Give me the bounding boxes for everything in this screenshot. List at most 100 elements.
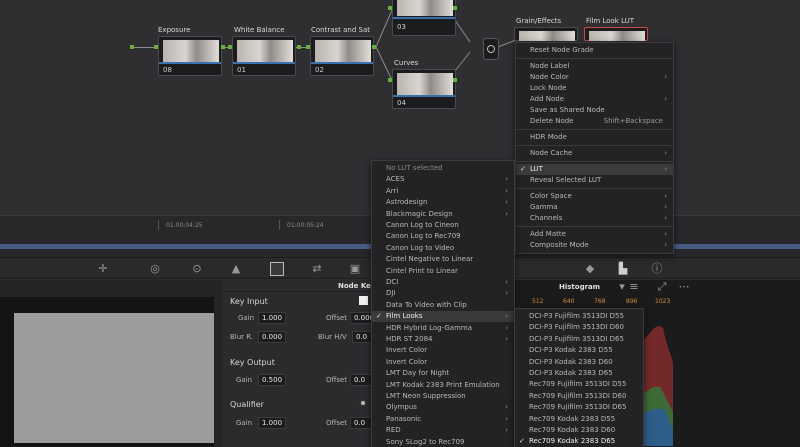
lut-item-canon-log-to-cineon[interactable]: Canon Log to Cineon <box>372 220 514 231</box>
tracker-icon[interactable]: ⊙ <box>190 262 204 276</box>
node-contrast-sat[interactable]: 02 <box>310 36 374 76</box>
scope-icon[interactable]: ◆ <box>583 262 597 276</box>
histogram-expand-icon[interactable]: ⤢ <box>655 280 669 294</box>
input-port[interactable] <box>130 45 134 49</box>
lut-item-film-looks[interactable]: ✓ Film Looks › <box>372 311 514 323</box>
lut-item-arri[interactable]: Arri › <box>372 186 514 197</box>
menu-item-reset-node-grade[interactable]: Reset Node Grade <box>516 45 673 56</box>
lut-item-invert-color[interactable]: Invert Color <box>372 345 514 356</box>
gain-field[interactable]: 1.000 <box>258 312 286 324</box>
menu-item-node-color[interactable]: Node Color › <box>516 72 673 83</box>
more-icon[interactable]: ⋯ <box>677 280 691 294</box>
menu-item-delete-node[interactable]: Delete Node Shift+Backspace <box>516 116 673 127</box>
blur-hv-field[interactable]: 0.0 <box>352 331 372 343</box>
key-input-toggle[interactable] <box>359 296 368 305</box>
menu-item-add-matte[interactable]: Add Matte › <box>516 229 673 240</box>
menu-item-reveal-lut[interactable]: Reveal Selected LUT <box>516 175 673 186</box>
histogram-icon[interactable]: ▙ <box>616 262 630 276</box>
film-look-item-dci-p3-fujifilm-3513di-d60[interactable]: DCI-P3 Fujifilm 3513DI D60 <box>515 322 643 333</box>
lut-item-panasonic[interactable]: Panasonic › <box>372 414 514 425</box>
blur-r-field[interactable]: 0.000 <box>258 331 286 343</box>
lut-item-hdr-st-2084[interactable]: HDR ST 2084 › <box>372 334 514 345</box>
node-title-contrast-sat: Contrast and Sat <box>311 26 371 34</box>
node-input-port[interactable] <box>388 6 392 10</box>
film-look-item-dci-p3-kodak-2383-d55[interactable]: DCI-P3 Kodak 2383 D55 <box>515 345 643 356</box>
offset-field[interactable]: 0.000 <box>350 312 374 324</box>
menu-item-hdr-mode[interactable]: HDR Mode <box>516 132 673 143</box>
lut-item-no-lut-selected[interactable]: No LUT selected <box>372 163 514 174</box>
node-input-port[interactable] <box>228 45 232 49</box>
lut-item-sony-slog2-to-rec709[interactable]: Sony SLog2 to Rec709 <box>372 437 514 447</box>
lut-item-lmt-neon-suppression[interactable]: LMT Neon Suppression <box>372 391 514 402</box>
node-curves[interactable]: 04 <box>392 69 456 109</box>
node-film-look-lut[interactable] <box>584 27 648 41</box>
menu-item-node-label[interactable]: Node Label <box>516 61 673 72</box>
timecode-2: 01:00:05:24 <box>287 222 324 229</box>
lut-item-lmt-day-for-night[interactable]: LMT Day for Night <box>372 368 514 379</box>
node-exposure[interactable]: 08 <box>158 36 222 76</box>
lut-item-lmt-kodak-2383-print-emulation[interactable]: LMT Kodak 2383 Print Emulation <box>372 380 514 391</box>
histogram-settings-icon[interactable]: ≡ <box>627 280 641 294</box>
film-look-item-rec709-fujifilm-3513di-d65[interactable]: Rec709 Fujifilm 3513DI D65 <box>515 402 643 413</box>
lut-item-cintel-print-to-linear[interactable]: Cintel Print to Linear <box>372 266 514 277</box>
menu-item-add-node[interactable]: Add Node › <box>516 94 673 105</box>
move-icon[interactable]: ✛ <box>96 262 110 276</box>
info-icon[interactable]: ⓘ <box>650 262 664 276</box>
q-gain-field[interactable]: 1.000 <box>258 417 286 429</box>
lut-item-canon-log-to-rec709[interactable]: Canon Log to Rec709 <box>372 231 514 242</box>
lut-item-dci[interactable]: DCI › <box>372 277 514 288</box>
lut-item-cintel-negative-to-linear[interactable]: Cintel Negative to Linear <box>372 254 514 265</box>
node-output-port[interactable] <box>372 45 376 49</box>
node-input-port[interactable] <box>154 45 158 49</box>
film-look-item-rec709-fujifilm-3513di-d55[interactable]: Rec709 Fujifilm 3513DI D55 <box>515 379 643 390</box>
node-grain-effects[interactable] <box>514 27 578 41</box>
qualifier-toggle[interactable] <box>359 399 367 407</box>
key-input-heading: Key Input <box>230 297 268 306</box>
film-look-item-rec709-fujifilm-3513di-d60[interactable]: Rec709 Fujifilm 3513DI D60 <box>515 391 643 402</box>
lut-item-aces[interactable]: ACES › <box>372 174 514 185</box>
node-input-port[interactable] <box>388 78 392 82</box>
sizing-icon[interactable]: ⇄ <box>310 262 324 276</box>
film-look-item-rec709-kodak-2383-d55[interactable]: Rec709 Kodak 2383 D55 <box>515 414 643 425</box>
submenu-arrow-icon: › <box>505 186 508 195</box>
menu-item-channels[interactable]: Channels › <box>516 213 673 224</box>
out-offset-field[interactable]: 0.0 <box>350 374 372 386</box>
layer-mixer-node[interactable] <box>483 38 499 60</box>
film-look-item-dci-p3-kodak-2383-d60[interactable]: DCI-P3 Kodak 2383 D60 <box>515 357 643 368</box>
lut-item-blackmagic-design[interactable]: Blackmagic Design › <box>372 209 514 220</box>
film-look-item-rec709-kodak-2383-d65[interactable]: ✓ Rec709 Kodak 2383 D65 <box>515 436 643 447</box>
menu-item-lut[interactable]: ✓ LUT › <box>516 164 673 175</box>
lut-item-astrodesign[interactable]: Astrodesign › <box>372 197 514 208</box>
3d-icon[interactable]: ▣ <box>348 262 362 276</box>
film-look-item-dci-p3-fujifilm-3513di-d55[interactable]: DCI-P3 Fujifilm 3513DI D55 <box>515 311 643 322</box>
menu-item-composite-mode[interactable]: Composite Mode › <box>516 240 673 251</box>
menu-item-lock-node[interactable]: Lock Node <box>516 83 673 94</box>
lut-item-data-to-video-with-clip[interactable]: Data To Video with Clip <box>372 300 514 311</box>
lut-item-hdr-hybrid-log-gamma[interactable]: HDR Hybrid Log-Gamma › <box>372 323 514 334</box>
blur-icon[interactable]: ▲ <box>229 262 243 276</box>
node-03[interactable]: 03 <box>392 0 456 36</box>
film-look-item-rec709-kodak-2383-d60[interactable]: Rec709 Kodak 2383 D60 <box>515 425 643 436</box>
lut-item-dji[interactable]: DJI › <box>372 288 514 299</box>
lut-item-olympus[interactable]: Olympus › <box>372 402 514 413</box>
menu-label: Rec709 Fujifilm 3513DI D65 <box>529 403 627 412</box>
window-icon[interactable]: ◎ <box>148 262 162 276</box>
node-output-port[interactable] <box>453 6 457 10</box>
node-output-port[interactable] <box>453 78 457 82</box>
film-look-item-dci-p3-kodak-2383-d65[interactable]: DCI-P3 Kodak 2383 D65 <box>515 368 643 379</box>
menu-item-save-shared-node[interactable]: Save as Shared Node <box>516 105 673 116</box>
menu-item-gamma[interactable]: Gamma › <box>516 202 673 213</box>
lut-item-red[interactable]: RED › <box>372 425 514 436</box>
q-offset-field[interactable]: 0.0 <box>350 417 372 429</box>
menu-item-color-space[interactable]: Color Space › <box>516 191 673 202</box>
node-input-port[interactable] <box>306 45 310 49</box>
node-output-port[interactable] <box>297 45 301 49</box>
node-output-port[interactable] <box>221 45 225 49</box>
lut-item-canon-log-to-video[interactable]: Canon Log to Video <box>372 243 514 254</box>
lut-item-invert-color[interactable]: Invert Color <box>372 357 514 368</box>
menu-item-node-cache[interactable]: Node Cache › <box>516 148 673 159</box>
key-icon[interactable] <box>270 262 284 276</box>
film-look-item-dci-p3-fujifilm-3513di-d65[interactable]: DCI-P3 Fujifilm 3513DI D65 <box>515 334 643 345</box>
node-white-balance[interactable]: 01 <box>232 36 296 76</box>
out-gain-field[interactable]: 0.500 <box>258 374 286 386</box>
